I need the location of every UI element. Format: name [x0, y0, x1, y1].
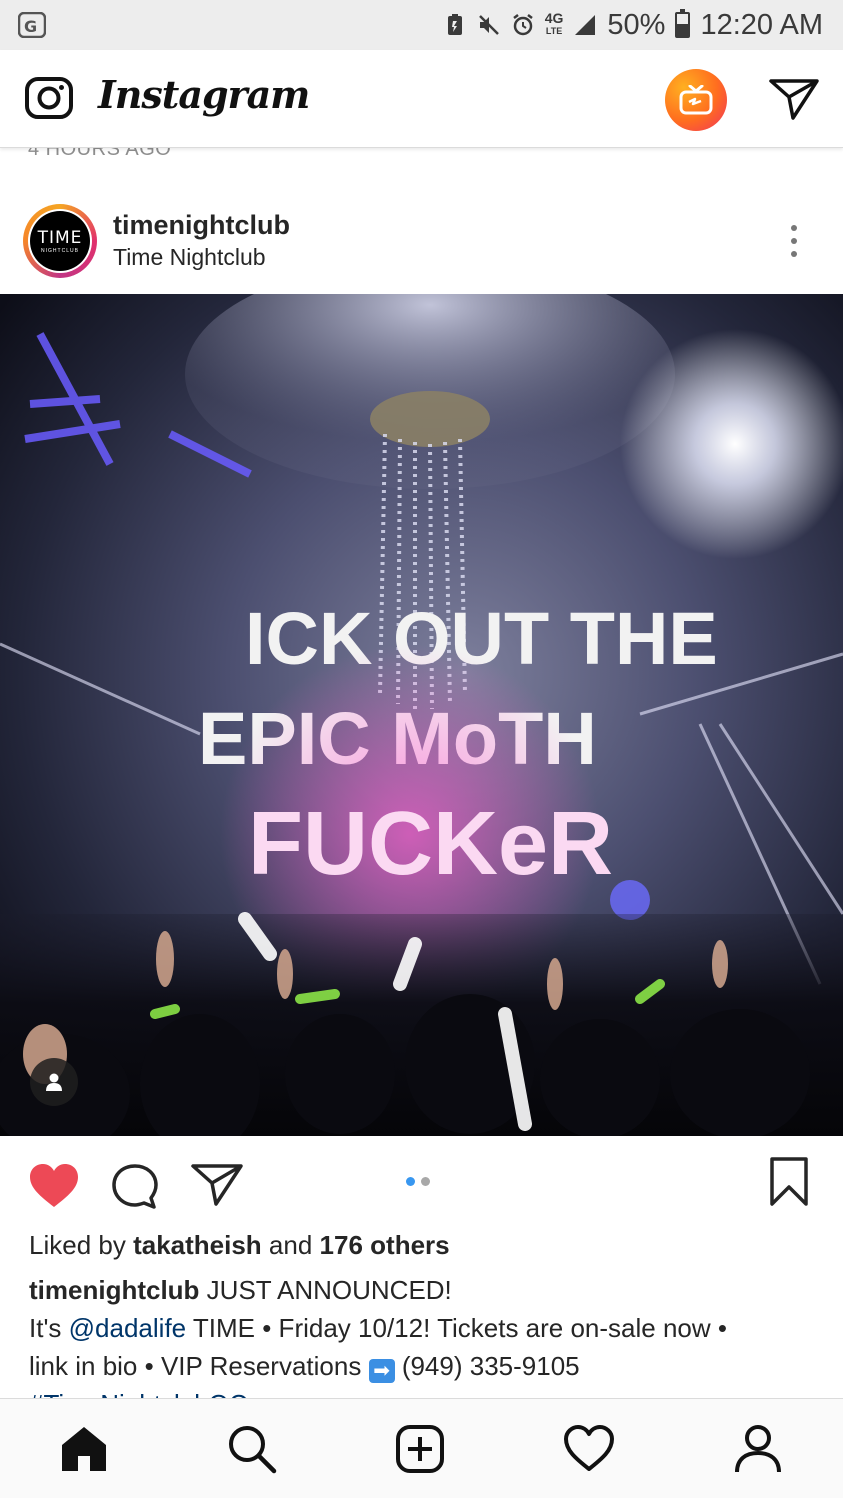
caption-mention[interactable]: @dadalife — [69, 1313, 186, 1343]
post-image[interactable]: ICK OUT THE EPIC MoTH FUCKeR — [0, 294, 843, 1136]
igtv-icon[interactable] — [665, 69, 727, 131]
like-heart-icon[interactable] — [28, 1163, 80, 1209]
post-caption: timenightclub JUST ANNOUNCED! It's @dada… — [29, 1271, 819, 1399]
network-sub: LTE — [545, 26, 563, 36]
alarm-icon — [512, 14, 533, 36]
home-icon[interactable] — [58, 1423, 110, 1475]
status-bar: G 4G LTE 50% 12:20 AM — [0, 0, 843, 50]
profile-icon[interactable] — [732, 1423, 784, 1475]
battery-percent: 50% — [607, 8, 666, 41]
mute-icon — [478, 15, 499, 35]
avatar[interactable]: TIME NIGHTCLUB — [28, 209, 92, 273]
new-post-icon[interactable] — [394, 1423, 446, 1475]
network-type: 4G — [544, 10, 564, 26]
more-options-icon[interactable] — [788, 225, 800, 259]
battery-saver-icon — [447, 14, 462, 35]
caption-line1: JUST ANNOUNCED! — [206, 1275, 452, 1305]
screen-text-line3: FUCKeR — [248, 794, 613, 894]
likes-user[interactable]: takatheish — [133, 1230, 262, 1260]
comment-icon[interactable] — [111, 1163, 161, 1209]
share-icon[interactable] — [190, 1162, 244, 1208]
camera-icon[interactable] — [24, 74, 74, 120]
post-username[interactable]: timenightclub — [113, 210, 290, 241]
carousel-dot — [421, 1177, 430, 1186]
caption-line3-post: (949) 335-9105 — [401, 1351, 580, 1381]
location-icon: G — [18, 12, 46, 38]
direct-message-icon[interactable] — [768, 76, 820, 122]
bottom-nav — [0, 1398, 843, 1498]
arrow-emoji: ➡ — [368, 1359, 395, 1383]
avatar-text: TIME — [37, 228, 83, 248]
app-header: Instagram — [0, 50, 843, 148]
igtv-glyph — [679, 85, 713, 115]
avatar-image: TIME NIGHTCLUB — [30, 211, 90, 271]
carousel-dot-active — [406, 1177, 415, 1186]
activity-heart-icon[interactable] — [563, 1423, 615, 1475]
tagged-people-icon[interactable] — [30, 1058, 78, 1106]
svg-text:G: G — [24, 17, 37, 36]
carousel-indicator — [406, 1177, 430, 1186]
signal-icon — [575, 15, 596, 35]
post-header: TIME NIGHTCLUB timenightclub Time Nightc… — [0, 195, 843, 293]
battery-icon — [675, 9, 691, 38]
search-icon[interactable] — [226, 1423, 278, 1475]
post-actions — [0, 1150, 843, 1220]
caption-line3-pre: link in bio • VIP Reservations — [29, 1351, 362, 1381]
nightclub-photo: ICK OUT THE EPIC MoTH FUCKeR — [0, 294, 843, 1136]
instagram-logo: Instagram — [98, 72, 310, 117]
clock: 12:20 AM — [700, 8, 823, 41]
network-4g-icon: 4G LTE — [544, 10, 564, 38]
likes-middle: and — [268, 1230, 313, 1260]
avatar-subtext: NIGHTCLUB — [41, 248, 79, 254]
save-bookmark-icon[interactable] — [768, 1156, 810, 1208]
likes-others[interactable]: 176 others — [320, 1230, 450, 1260]
caption-line2-pre: It's — [29, 1313, 62, 1343]
caption-line2-post: TIME • Friday 10/12! Tickets are on-sale… — [192, 1313, 727, 1343]
likes-summary[interactable]: Liked by takatheish and 176 others — [29, 1230, 450, 1261]
likes-prefix: Liked by — [29, 1230, 126, 1260]
caption-username[interactable]: timenightclub — [29, 1275, 199, 1305]
post-display-name[interactable]: Time Nightclub — [113, 244, 266, 271]
person-glyph — [46, 1073, 62, 1091]
story-ring[interactable]: TIME NIGHTCLUB — [23, 204, 97, 278]
